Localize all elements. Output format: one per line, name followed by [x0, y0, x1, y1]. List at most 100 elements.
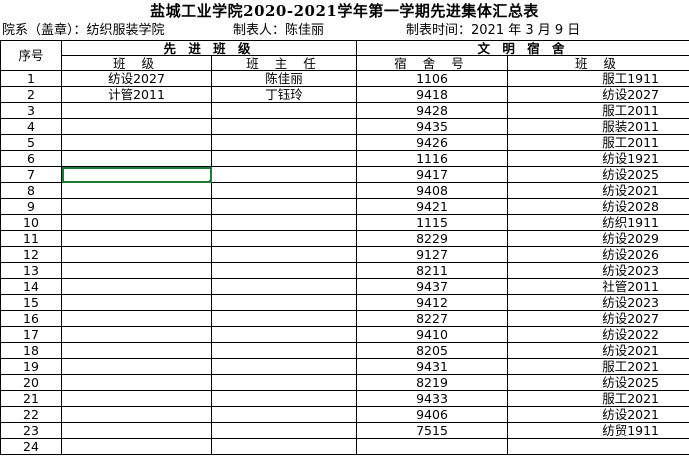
cell-teacher[interactable] — [211, 438, 357, 455]
cell-dorm[interactable]: 1116 — [356, 150, 508, 167]
cell-dorm-class[interactable]: 服工2021 — [507, 358, 689, 375]
cell-teacher[interactable] — [211, 150, 357, 167]
cell-dorm[interactable]: 1106 — [356, 70, 508, 87]
cell-seq[interactable]: 19 — [0, 358, 62, 375]
cell-class[interactable] — [61, 310, 212, 327]
cell-dorm-class[interactable]: 纺设2027 — [507, 86, 689, 103]
cell-teacher[interactable] — [211, 342, 357, 359]
cell-dorm-class[interactable]: 纺设2023 — [507, 294, 689, 311]
cell-teacher[interactable] — [211, 294, 357, 311]
cell-class[interactable] — [61, 166, 212, 183]
cell-class[interactable] — [61, 278, 212, 295]
cell-dorm[interactable]: 9433 — [356, 390, 508, 407]
cell-seq[interactable]: 3 — [0, 102, 62, 119]
cell-teacher[interactable]: 陈佳丽 — [211, 70, 357, 87]
cell-dorm-class[interactable]: 纺设2022 — [507, 326, 689, 343]
cell-dorm-class[interactable]: 纺设2025 — [507, 166, 689, 183]
cell-teacher[interactable] — [211, 118, 357, 135]
cell-class[interactable] — [61, 374, 212, 391]
cell-class[interactable] — [61, 422, 212, 439]
cell-teacher[interactable] — [211, 422, 357, 439]
cell-class[interactable] — [61, 198, 212, 215]
cell-class[interactable] — [61, 294, 212, 311]
cell-dorm[interactable]: 1115 — [356, 214, 508, 231]
cell-teacher[interactable]: 丁钰玲 — [211, 86, 357, 103]
cell-teacher[interactable] — [211, 406, 357, 423]
cell-seq[interactable]: 6 — [0, 150, 62, 167]
cell-dorm-class[interactable]: 纺设2028 — [507, 198, 689, 215]
cell-class[interactable] — [61, 246, 212, 263]
cell-seq[interactable]: 16 — [0, 310, 62, 327]
cell-dorm[interactable]: 8211 — [356, 262, 508, 279]
header-advanced-class[interactable]: 先 进 班 级 — [61, 40, 357, 56]
header-civilized-dorm[interactable]: 文 明 宿 舍 — [356, 40, 689, 56]
cell-teacher[interactable] — [211, 214, 357, 231]
cell-teacher[interactable] — [211, 198, 357, 215]
cell-dorm[interactable] — [356, 438, 508, 455]
header-class[interactable]: 班 级 — [61, 55, 212, 71]
header-teacher[interactable]: 班 主 任 — [211, 55, 357, 71]
cell-dorm-class[interactable]: 服工1911 — [507, 70, 689, 87]
cell-dorm-class[interactable]: 纺设2025 — [507, 374, 689, 391]
cell-class[interactable] — [61, 438, 212, 455]
cell-teacher[interactable] — [211, 310, 357, 327]
cell-seq[interactable]: 22 — [0, 406, 62, 423]
cell-dorm[interactable]: 7515 — [356, 422, 508, 439]
cell-dorm[interactable]: 8205 — [356, 342, 508, 359]
cell-dorm-class[interactable]: 纺设2021 — [507, 182, 689, 199]
cell-class[interactable] — [61, 262, 212, 279]
cell-dorm[interactable]: 9127 — [356, 246, 508, 263]
cell-teacher[interactable] — [211, 390, 357, 407]
cell-seq[interactable]: 8 — [0, 182, 62, 199]
cell-dorm[interactable]: 8229 — [356, 230, 508, 247]
cell-dorm[interactable]: 9426 — [356, 134, 508, 151]
cell-class[interactable] — [61, 150, 212, 167]
cell-teacher[interactable] — [211, 374, 357, 391]
cell-seq[interactable]: 11 — [0, 230, 62, 247]
cell-class[interactable] — [61, 406, 212, 423]
cell-dorm-class[interactable]: 服工2011 — [507, 102, 689, 119]
cell-dorm[interactable]: 9428 — [356, 102, 508, 119]
cell-teacher[interactable] — [211, 182, 357, 199]
cell-seq[interactable]: 1 — [0, 70, 62, 87]
cell-teacher[interactable] — [211, 102, 357, 119]
cell-dorm-class[interactable]: 纺设2026 — [507, 246, 689, 263]
cell-seq[interactable]: 15 — [0, 294, 62, 311]
cell-seq[interactable]: 23 — [0, 422, 62, 439]
cell-seq[interactable]: 17 — [0, 326, 62, 343]
cell-teacher[interactable] — [211, 278, 357, 295]
cell-seq[interactable]: 14 — [0, 278, 62, 295]
cell-dorm[interactable]: 8227 — [356, 310, 508, 327]
header-dorm[interactable]: 宿 舍 号 — [356, 55, 508, 71]
cell-seq[interactable]: 4 — [0, 118, 62, 135]
cell-seq[interactable]: 2 — [0, 86, 62, 103]
header-seq[interactable]: 序号 — [0, 40, 62, 71]
cell-dorm-class[interactable]: 纺贸1911 — [507, 422, 689, 439]
cell-class[interactable] — [61, 358, 212, 375]
cell-dorm-class[interactable]: 服工2021 — [507, 390, 689, 407]
cell-seq[interactable]: 13 — [0, 262, 62, 279]
cell-class[interactable] — [61, 214, 212, 231]
cell-dorm-class[interactable]: 纺设1921 — [507, 150, 689, 167]
cell-dorm-class[interactable]: 纺织1911 — [507, 214, 689, 231]
cell-dorm[interactable]: 9410 — [356, 326, 508, 343]
cell-class[interactable] — [61, 326, 212, 343]
cell-class[interactable] — [61, 342, 212, 359]
cell-dorm-class[interactable] — [507, 438, 689, 455]
cell-teacher[interactable] — [211, 134, 357, 151]
cell-seq[interactable]: 12 — [0, 246, 62, 263]
cell-dorm[interactable]: 9431 — [356, 358, 508, 375]
cell-teacher[interactable] — [211, 358, 357, 375]
cell-class[interactable] — [61, 390, 212, 407]
cell-class[interactable]: 计管2011 — [61, 86, 212, 103]
cell-dorm-class[interactable]: 纺设2021 — [507, 406, 689, 423]
cell-dorm[interactable]: 9418 — [356, 86, 508, 103]
cell-teacher[interactable] — [211, 326, 357, 343]
cell-dorm-class[interactable]: 纺设2023 — [507, 262, 689, 279]
cell-dorm[interactable]: 9417 — [356, 166, 508, 183]
cell-class[interactable]: 纺设2027 — [61, 70, 212, 87]
cell-seq[interactable]: 9 — [0, 198, 62, 215]
cell-dorm-class[interactable]: 服装2011 — [507, 118, 689, 135]
cell-dorm[interactable]: 9421 — [356, 198, 508, 215]
cell-class[interactable] — [61, 118, 212, 135]
